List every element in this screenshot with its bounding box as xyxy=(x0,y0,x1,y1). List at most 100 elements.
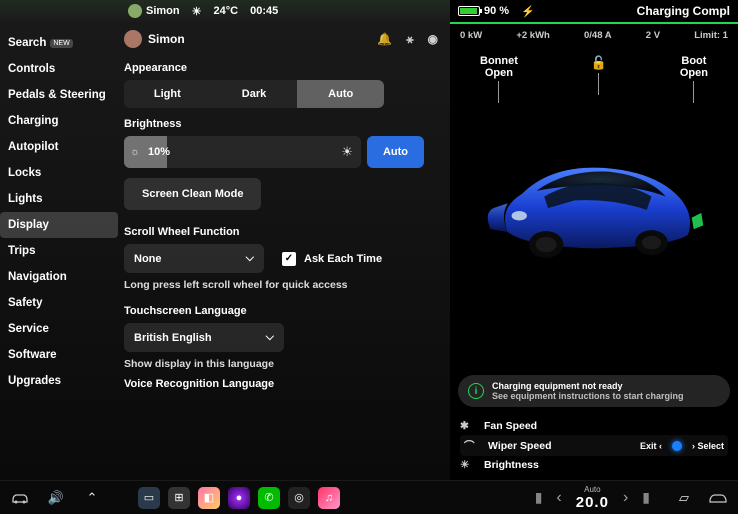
select-hint: › Select xyxy=(692,441,724,451)
climate-temp[interactable]: 20.0 xyxy=(576,494,609,511)
wifi-icon[interactable]: ◉ xyxy=(428,32,438,47)
vehicle-render xyxy=(479,141,709,275)
battery-indicator[interactable]: 90 % xyxy=(458,5,509,17)
charge-progress-bar xyxy=(450,22,738,24)
charge-lightning-icon: ⚡ xyxy=(521,5,535,18)
sidebar-item-display[interactable]: Display xyxy=(0,212,118,238)
settings-panel: Simon 🔔 ⚹ ◉ Appearance LightDarkAuto Bri… xyxy=(118,0,450,480)
battery-pct: 90 % xyxy=(484,5,509,17)
scroll-wheel-dropdown[interactable]: None ⌵ xyxy=(124,244,264,273)
avatar-icon xyxy=(128,4,142,18)
brightness-auto-button[interactable]: Auto xyxy=(367,136,424,168)
volume-icon[interactable]: 🔊 xyxy=(46,488,66,508)
car-icon[interactable] xyxy=(10,488,30,508)
brightness-slider[interactable]: ☼ 10% ☀ xyxy=(124,136,361,168)
unlock-icon[interactable]: 🔓 xyxy=(591,55,607,103)
select-indicator-icon xyxy=(672,441,682,451)
brightness-icon: ☀ xyxy=(460,459,476,471)
banner-subtitle: See equipment instructions to start char… xyxy=(492,391,684,401)
temp-down[interactable]: ‹ xyxy=(556,489,561,507)
touchscreen-lang-hint: Show display in this language xyxy=(124,358,438,370)
exit-hint: Exit ‹ xyxy=(640,441,662,451)
banner-title: Charging equipment not ready xyxy=(492,381,684,391)
stat-amps: 0/48 A xyxy=(584,30,612,41)
climate-auto-label: Auto xyxy=(576,485,609,494)
settings-sidebar: SearchNEWControlsPedals & SteeringChargi… xyxy=(0,0,118,480)
profile-chip[interactable]: Simon xyxy=(128,4,180,18)
sidebar-item-pedals-steering[interactable]: Pedals & Steering xyxy=(0,82,118,108)
appearance-label: Appearance xyxy=(124,62,438,74)
stat-added: +2 kWh xyxy=(516,30,550,41)
app-dashcam[interactable]: ▭ xyxy=(138,487,160,509)
battery-icon xyxy=(458,6,480,16)
appearance-option-light[interactable]: Light xyxy=(124,80,211,108)
new-badge: NEW xyxy=(50,39,72,48)
equipment-banner[interactable]: i Charging equipment not ready See equip… xyxy=(458,375,730,407)
profile-name: Simon xyxy=(148,32,185,46)
weather-icon: ☀ xyxy=(192,5,202,18)
sidebar-item-service[interactable]: Service xyxy=(0,316,118,342)
boot-open-label[interactable]: Boot Open xyxy=(680,55,708,103)
defrost-front-icon[interactable]: ▱ xyxy=(674,488,694,508)
app-toybox[interactable]: ● xyxy=(228,487,250,509)
bonnet-open-label[interactable]: Bonnet Open xyxy=(480,55,518,103)
stat-power: 0 kW xyxy=(460,30,482,41)
appearance-selector: LightDarkAuto xyxy=(124,80,384,108)
car-outline-icon[interactable] xyxy=(708,488,728,508)
checkmark-icon: ✓ xyxy=(282,252,296,266)
sidebar-item-upgrades[interactable]: Upgrades xyxy=(0,368,118,394)
fan-icon: ✱ xyxy=(460,420,476,432)
app-music[interactable]: ♫ xyxy=(318,487,340,509)
sidebar-item-navigation[interactable]: Navigation xyxy=(0,264,118,290)
sidebar-item-controls[interactable]: Controls xyxy=(0,56,118,82)
bottom-dock: 🔊 ⌃ ▭ ⊞ ◧ ● ✆ ◎ ♫ ▮ ‹ Auto 20.0 › ▮ ▱ xyxy=(0,480,738,514)
brightness-low-icon: ☼ xyxy=(130,146,140,158)
bell-icon[interactable]: 🔔 xyxy=(377,32,392,47)
screen-clean-button[interactable]: Screen Clean Mode xyxy=(124,178,261,210)
app-camera[interactable]: ◎ xyxy=(288,487,310,509)
stat-limit: Limit: 1 xyxy=(694,30,728,41)
seat-heater-left[interactable]: ▮ xyxy=(535,489,543,506)
brightness-value: 10% xyxy=(148,146,170,158)
sidebar-item-software[interactable]: Software xyxy=(0,342,118,368)
profile-header[interactable]: Simon 🔔 ⚹ ◉ xyxy=(124,30,438,48)
scroll-wheel-hint: Long press left scroll wheel for quick a… xyxy=(124,279,438,291)
info-icon: i xyxy=(468,383,484,399)
scroll-wheel-menu: ✱ Fan Speed ⌒ Wiper Speed Exit ‹ › Selec… xyxy=(450,411,738,480)
wheel-item-wiper[interactable]: ⌒ Wiper Speed Exit ‹ › Select xyxy=(460,435,728,456)
ask-each-time-checkbox[interactable]: ✓ Ask Each Time xyxy=(282,252,382,266)
charging-stats: 0 kW +2 kWh 0/48 A 2 V Limit: 1 xyxy=(450,26,738,45)
wheel-item-fan[interactable]: ✱ Fan Speed xyxy=(460,417,728,435)
stat-volts: 2 V xyxy=(646,30,660,41)
brightness-label: Brightness xyxy=(124,118,438,130)
vehicle-view[interactable]: Bonnet Open 🔓 Boot Open xyxy=(450,45,738,371)
profile-name: Simon xyxy=(146,5,180,17)
temp-up[interactable]: › xyxy=(623,489,628,507)
sidebar-item-lights[interactable]: Lights xyxy=(0,186,118,212)
wheel-item-brightness[interactable]: ☀ Brightness xyxy=(460,456,728,474)
seat-heater-right[interactable]: ▮ xyxy=(642,489,650,506)
sidebar-item-search[interactable]: SearchNEW xyxy=(0,30,118,56)
chevron-down-icon: ⌵ xyxy=(266,331,274,344)
temp-value: 24°C xyxy=(214,5,239,17)
app-phone[interactable]: ✆ xyxy=(258,487,280,509)
wiper-icon: ⌒ xyxy=(464,438,480,453)
avatar-icon xyxy=(124,30,142,48)
touchscreen-lang-dropdown[interactable]: British English ⌵ xyxy=(124,323,284,352)
appearance-option-auto[interactable]: Auto xyxy=(297,80,384,108)
sidebar-item-trips[interactable]: Trips xyxy=(0,238,118,264)
chevron-down-icon: ⌵ xyxy=(246,252,254,265)
sidebar-item-charging[interactable]: Charging xyxy=(0,108,118,134)
app-calendar[interactable]: ⊞ xyxy=(168,487,190,509)
appearance-option-dark[interactable]: Dark xyxy=(211,80,298,108)
sidebar-item-locks[interactable]: Locks xyxy=(0,160,118,186)
voice-lang-label: Voice Recognition Language xyxy=(124,378,438,390)
sidebar-item-autopilot[interactable]: Autopilot xyxy=(0,134,118,160)
bluetooth-icon[interactable]: ⚹ xyxy=(406,32,413,47)
charging-title: Charging Compl xyxy=(637,4,730,18)
app-energy[interactable]: ◧ xyxy=(198,487,220,509)
sidebar-item-safety[interactable]: Safety xyxy=(0,290,118,316)
chevron-up-icon[interactable]: ⌃ xyxy=(82,488,102,508)
top-status-bar: Simon ☀ 24°C 00:45 xyxy=(0,0,450,22)
touchscreen-lang-label: Touchscreen Language xyxy=(124,305,438,317)
